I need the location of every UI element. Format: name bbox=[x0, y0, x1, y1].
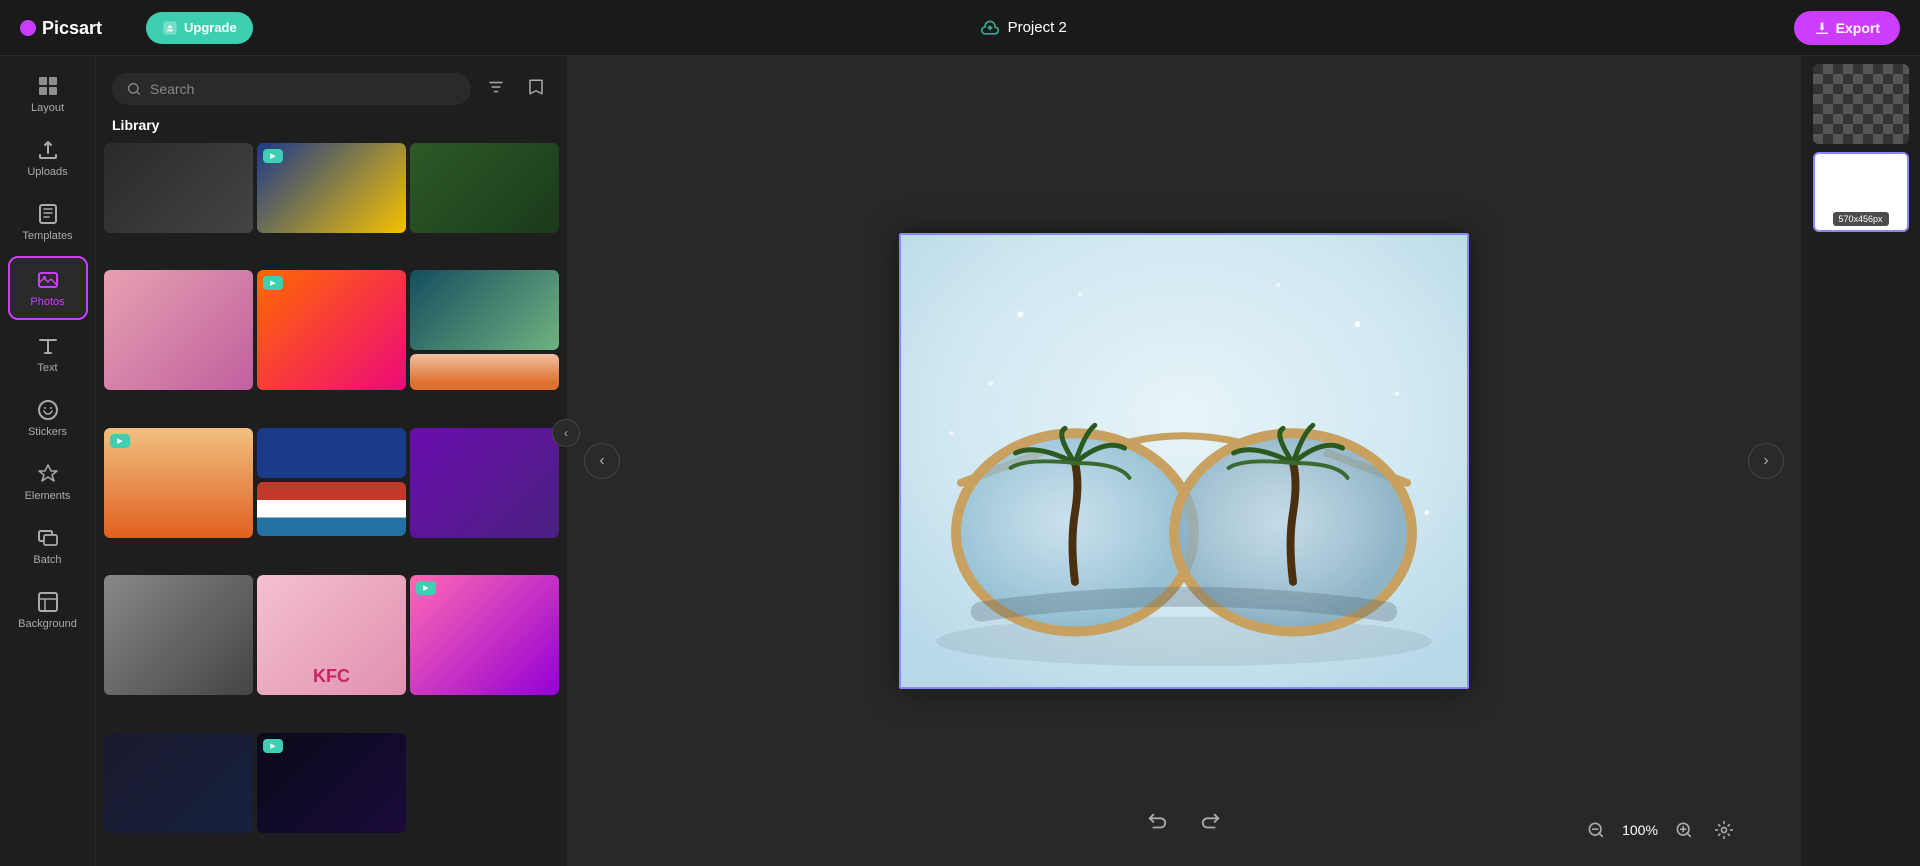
panel-header bbox=[96, 56, 567, 117]
sticker-icon bbox=[36, 398, 60, 422]
settings-icon bbox=[1714, 820, 1734, 840]
zoom-out-icon bbox=[1586, 820, 1606, 840]
search-bar[interactable] bbox=[112, 73, 471, 105]
list-item[interactable] bbox=[104, 428, 253, 571]
list-item[interactable] bbox=[410, 733, 559, 866]
project-name: Project 2 bbox=[1008, 19, 1067, 36]
bottom-toolbar bbox=[1138, 803, 1230, 846]
list-item[interactable] bbox=[257, 270, 406, 423]
main-area: Layout Uploads Templates Photos bbox=[0, 56, 1920, 866]
zoom-level: 100% bbox=[1620, 822, 1660, 838]
zoom-in-button[interactable] bbox=[1668, 814, 1700, 846]
list-item[interactable] bbox=[410, 143, 559, 266]
sidebar-item-templates[interactable]: Templates bbox=[8, 192, 88, 252]
thumbnail-2[interactable]: 570x456px bbox=[1813, 152, 1909, 232]
background-icon bbox=[36, 590, 60, 614]
search-input[interactable] bbox=[150, 81, 457, 97]
list-item[interactable] bbox=[257, 143, 406, 266]
sidebar: Layout Uploads Templates Photos bbox=[0, 56, 96, 866]
upgrade-icon bbox=[162, 20, 178, 36]
upgrade-button[interactable]: Upgrade bbox=[146, 12, 253, 44]
zoom-in-icon bbox=[1674, 820, 1694, 840]
export-button[interactable]: Export bbox=[1794, 11, 1900, 45]
batch-icon bbox=[36, 526, 60, 550]
sidebar-item-layout[interactable]: Layout bbox=[8, 64, 88, 124]
list-item[interactable] bbox=[410, 575, 559, 728]
list-item[interactable] bbox=[410, 270, 559, 423]
thumbnail-1[interactable] bbox=[1813, 64, 1909, 144]
list-item[interactable] bbox=[257, 733, 406, 866]
text-icon bbox=[36, 334, 60, 358]
canvas-settings-button[interactable] bbox=[1708, 814, 1740, 846]
photo-grid: KFC bbox=[96, 143, 567, 866]
right-panel: 570x456px bbox=[1800, 56, 1920, 866]
book-icon bbox=[36, 202, 60, 226]
bookmark-button[interactable] bbox=[521, 72, 551, 105]
search-icon bbox=[126, 81, 142, 97]
grid-icon bbox=[36, 74, 60, 98]
zoom-out-button[interactable] bbox=[1580, 814, 1612, 846]
list-item[interactable] bbox=[104, 575, 253, 728]
list-item[interactable] bbox=[104, 270, 253, 423]
canvas-svg bbox=[901, 235, 1467, 687]
cloud-icon bbox=[980, 18, 1000, 38]
canvas-image bbox=[901, 235, 1467, 687]
sidebar-item-background[interactable]: Background bbox=[8, 580, 88, 640]
redo-button[interactable] bbox=[1192, 803, 1230, 846]
list-item[interactable] bbox=[410, 428, 559, 571]
library-label: Library bbox=[96, 117, 567, 143]
topbar-left: Picsart Upgrade bbox=[20, 12, 253, 44]
export-icon bbox=[1814, 20, 1830, 36]
topbar-center: Project 2 bbox=[980, 18, 1067, 38]
sidebar-item-elements[interactable]: Elements bbox=[8, 452, 88, 512]
svg-text:Picsart: Picsart bbox=[42, 18, 102, 38]
thumbnail-size-label: 570x456px bbox=[1832, 212, 1888, 226]
canvas-area: ‹ bbox=[568, 56, 1800, 866]
undo-icon bbox=[1146, 811, 1168, 833]
redo-icon bbox=[1200, 811, 1222, 833]
sidebar-item-batch[interactable]: Batch bbox=[8, 516, 88, 576]
upload-icon bbox=[36, 138, 60, 162]
sidebar-item-stickers[interactable]: Stickers bbox=[8, 388, 88, 448]
next-page-button[interactable]: › bbox=[1748, 443, 1784, 479]
filter-button[interactable] bbox=[481, 72, 511, 105]
canvas-wrapper bbox=[899, 233, 1469, 689]
sidebar-item-photos[interactable]: Photos bbox=[8, 256, 88, 320]
bookmark-icon bbox=[527, 78, 545, 96]
undo-button[interactable] bbox=[1138, 803, 1176, 846]
photos-panel: Library bbox=[96, 56, 568, 866]
zoom-controls: 100% bbox=[1580, 814, 1740, 846]
list-item[interactable] bbox=[257, 428, 406, 571]
prev-page-button[interactable]: ‹ bbox=[584, 443, 620, 479]
topbar: Picsart Upgrade Project 2 Export bbox=[0, 0, 1920, 56]
list-item[interactable] bbox=[104, 143, 253, 266]
list-item[interactable]: KFC bbox=[257, 575, 406, 728]
panel-collapse-button[interactable]: ‹ bbox=[552, 419, 580, 447]
photo-icon bbox=[36, 268, 60, 292]
list-item[interactable] bbox=[104, 733, 253, 866]
elements-icon bbox=[36, 462, 60, 486]
sidebar-item-uploads[interactable]: Uploads bbox=[8, 128, 88, 188]
filter-icon bbox=[487, 78, 505, 96]
logo: Picsart bbox=[20, 12, 130, 44]
sidebar-item-text[interactable]: Text bbox=[8, 324, 88, 384]
